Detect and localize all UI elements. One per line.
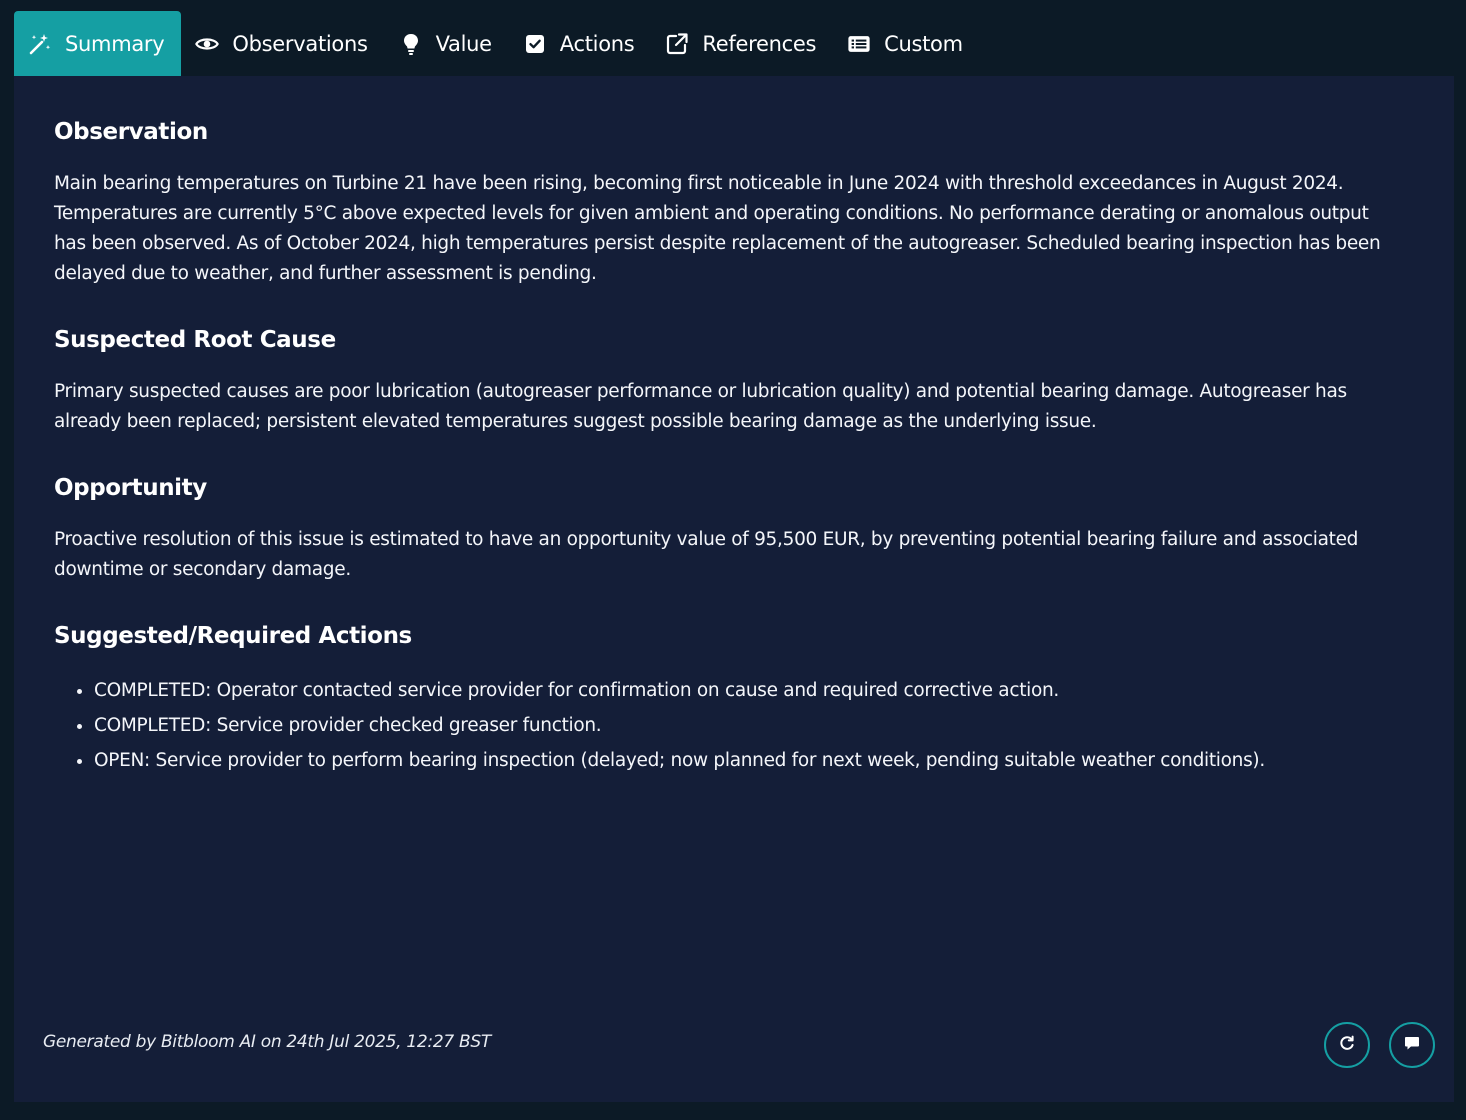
observation-text: Main bearing temperatures on Turbine 21 … [54,173,1381,284]
tab-custom[interactable]: Custom [833,11,980,76]
generated-by-text: Generated by Bitbloom AI on 24th Jul 202… [43,1032,491,1052]
root-cause-heading: Suspected Root Cause [54,327,336,353]
actions-heading: Suggested/Required Actions [54,623,412,649]
tab-actions[interactable]: Actions [509,11,652,76]
tab-label: References [702,31,817,56]
list-item: COMPLETED: Service provider checked grea… [94,708,1404,743]
summary-content: Observation Main bearing temperatures on… [54,114,1404,778]
tab-references[interactable]: References [651,11,833,76]
tab-label: Observations [232,31,368,56]
tab-bar: Summary Observations Value Actions Refer… [14,11,980,76]
lightbulb-icon [399,32,423,56]
actions-list: COMPLETED: Operator contacted service pr… [54,673,1404,778]
tab-summary[interactable]: Summary [14,11,182,76]
summary-panel: Observation Main bearing temperatures on… [14,76,1454,1102]
list-item: OPEN: Service provider to perform bearin… [94,743,1404,778]
checkbox-icon [523,32,547,56]
chat-button[interactable] [1389,1022,1435,1068]
tab-value[interactable]: Value [385,11,509,76]
refresh-button[interactable] [1324,1022,1370,1068]
refresh-icon [1338,1034,1356,1056]
external-link-icon [665,32,689,56]
magic-wand-icon [28,32,52,56]
tab-label: Value [435,31,492,56]
tab-label: Summary [65,31,165,56]
tab-label: Actions [559,31,635,56]
list-item: COMPLETED: Operator contacted service pr… [94,673,1404,708]
eye-icon [195,32,220,56]
chat-icon [1403,1034,1421,1056]
opportunity-text: Proactive resolution of this issue is es… [54,529,1359,580]
tab-label: Custom [884,31,963,56]
tab-observations[interactable]: Observations [181,11,384,76]
list-icon [847,32,871,56]
root-cause-text: Primary suspected causes are poor lubric… [54,381,1347,432]
opportunity-heading: Opportunity [54,475,207,501]
observation-heading: Observation [54,119,208,145]
